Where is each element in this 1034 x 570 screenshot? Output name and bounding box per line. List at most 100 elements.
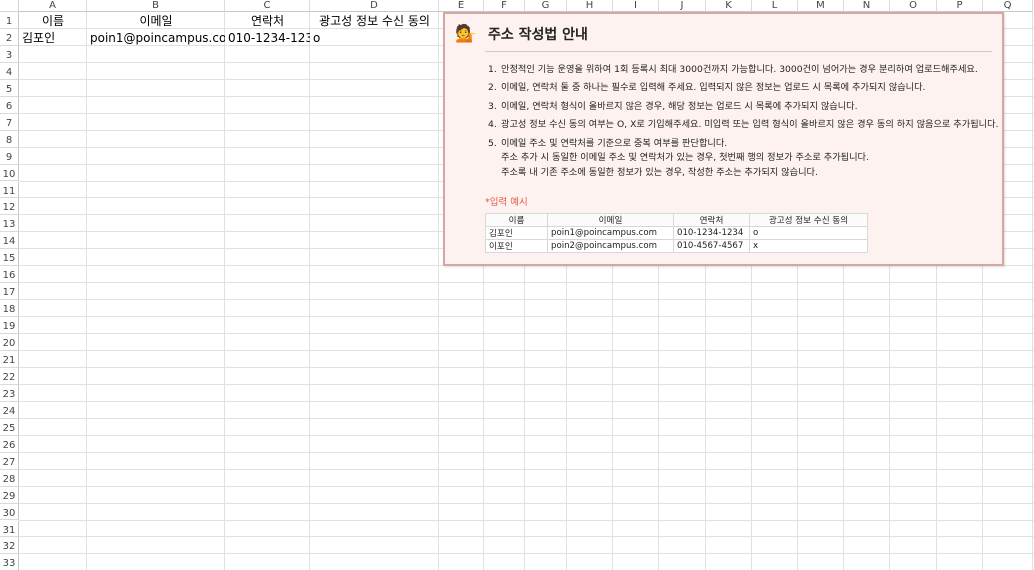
column-header-o[interactable]: O bbox=[890, 0, 937, 12]
cell-c1-contact-header[interactable]: 연락처 bbox=[225, 13, 310, 29]
cell-b1-email-header[interactable]: 이메일 bbox=[87, 13, 225, 29]
gridline-horizontal bbox=[19, 434, 1034, 436]
guide-header: 💁 주소 작성법 안내 bbox=[455, 24, 588, 44]
row-header-32[interactable]: 32 bbox=[0, 537, 19, 555]
gridline-horizontal bbox=[19, 519, 1034, 521]
guide-item-number: 1. bbox=[488, 64, 497, 75]
guide-item-1: 1. 안정적인 기능 운영을 위하여 1회 등록시 최대 3000건까지 가능합니… bbox=[488, 63, 998, 78]
example-table-cell: poin2@poincampus.com bbox=[547, 239, 674, 253]
guide-item-number: 2. bbox=[488, 82, 497, 94]
guide-item-line: 이메일, 연락처 둘 중 하나는 필수로 입력해 주세요. 입력되지 않은 정보… bbox=[501, 82, 926, 94]
row-header-14[interactable]: 14 bbox=[0, 232, 19, 250]
column-header-m[interactable]: M bbox=[798, 0, 844, 12]
select-all-corner[interactable] bbox=[0, 0, 19, 12]
row-header-19[interactable]: 19 bbox=[0, 317, 19, 335]
gridline-horizontal bbox=[19, 417, 1034, 419]
guide-item-2: 2. 이메일, 연락처 둘 중 하나는 필수로 입력해 주세요. 입력되지 않은 … bbox=[488, 81, 998, 96]
row-header-29[interactable]: 29 bbox=[0, 486, 19, 504]
guide-item-text: 광고성 정보 수신 동의 여부는 O, X로 기입해주세요. 미입력 또는 입력… bbox=[501, 118, 998, 133]
guide-item-line: 주소 추가 시 동일한 이메일 주소 및 연락처가 있는 경우, 첫번째 행의 … bbox=[501, 152, 869, 164]
guide-item-number: 3. bbox=[488, 100, 497, 112]
row-header-13[interactable]: 13 bbox=[0, 215, 19, 233]
gridline-horizontal bbox=[19, 553, 1034, 555]
row-header-7[interactable]: 7 bbox=[0, 113, 19, 131]
row-header-9[interactable]: 9 bbox=[0, 147, 19, 165]
example-table-cell: 010-1234-1234 bbox=[673, 226, 750, 240]
column-header-d[interactable]: D bbox=[310, 0, 439, 12]
row-header-6[interactable]: 6 bbox=[0, 96, 19, 114]
column-header-k[interactable]: K bbox=[706, 0, 752, 12]
row-header-8[interactable]: 8 bbox=[0, 130, 19, 148]
column-header-p[interactable]: P bbox=[937, 0, 983, 12]
column-header-b[interactable]: B bbox=[87, 0, 225, 12]
row-header-18[interactable]: 18 bbox=[0, 300, 19, 318]
column-header-j[interactable]: J bbox=[659, 0, 706, 12]
row-header-33[interactable]: 33 bbox=[0, 554, 19, 570]
example-table-row: 이포인 poin2@poincampus.com 010-4567-4567 x bbox=[485, 239, 868, 253]
example-table-cell: 010-4567-4567 bbox=[673, 239, 750, 253]
example-table-cell: 이포인 bbox=[485, 239, 548, 253]
gridline-horizontal bbox=[19, 502, 1034, 504]
row-header-4[interactable]: 4 bbox=[0, 62, 19, 80]
guide-divider bbox=[485, 51, 992, 52]
row-header-12[interactable]: 12 bbox=[0, 198, 19, 216]
cell-d2-ad-consent[interactable]: o bbox=[310, 30, 439, 46]
guide-title: 주소 작성법 안내 bbox=[488, 27, 588, 43]
row-header-24[interactable]: 24 bbox=[0, 401, 19, 419]
guide-item-line: 광고성 정보 수신 동의 여부는 O, X로 기입해주세요. 미입력 또는 입력… bbox=[501, 119, 999, 131]
column-header-c[interactable]: C bbox=[225, 0, 310, 12]
row-header-22[interactable]: 22 bbox=[0, 367, 19, 385]
example-table-header: 이름 이메일 연락처 광고성 정보 수신 동의 bbox=[485, 213, 868, 227]
column-header-n[interactable]: N bbox=[844, 0, 890, 12]
address-guide-panel: 💁 주소 작성법 안내 1. 안정적인 기능 운영을 위하여 1회 등록시 최대 … bbox=[443, 12, 1004, 266]
column-header-l[interactable]: L bbox=[752, 0, 798, 12]
row-header-2[interactable]: 2 bbox=[0, 28, 19, 46]
cell-c2-contact[interactable]: 010-1234-1234 bbox=[225, 30, 310, 46]
row-header-25[interactable]: 25 bbox=[0, 418, 19, 436]
column-header-a[interactable]: A bbox=[19, 0, 87, 12]
guide-item-text: 이메일 주소 및 연락처를 기준으로 중복 여부를 판단합니다. 주소 추가 시 … bbox=[501, 137, 869, 181]
row-header-20[interactable]: 20 bbox=[0, 334, 19, 351]
row-header-31[interactable]: 31 bbox=[0, 520, 19, 538]
gridline-horizontal bbox=[19, 468, 1034, 470]
column-header-q[interactable]: Q bbox=[983, 0, 1033, 12]
row-header-26[interactable]: 26 bbox=[0, 435, 19, 453]
guide-item-number: 4. bbox=[488, 119, 497, 131]
gridline-horizontal bbox=[19, 299, 1034, 301]
row-header-11[interactable]: 11 bbox=[0, 181, 19, 199]
guide-item-5: 5. 이메일 주소 및 연락처를 기준으로 중복 여부를 판단합니다. 주소 추가 … bbox=[488, 137, 998, 181]
guide-item-text: 이메일, 연락처 형식이 올바르지 않은 경우, 해당 정보는 업로드 시 목록… bbox=[501, 100, 858, 115]
column-header-i[interactable]: I bbox=[613, 0, 659, 12]
column-header-g[interactable]: G bbox=[525, 0, 567, 12]
example-header-cell: 연락처 bbox=[673, 213, 750, 227]
row-header-23[interactable]: 23 bbox=[0, 384, 19, 402]
example-table: 이름 이메일 연락처 광고성 정보 수신 동의 김포인 poin1@poincampus… bbox=[485, 213, 868, 253]
row-header-16[interactable]: 16 bbox=[0, 266, 19, 284]
row-header-3[interactable]: 3 bbox=[0, 45, 19, 63]
cell-a1-name-header[interactable]: 이름 bbox=[19, 13, 87, 29]
row-header-27[interactable]: 27 bbox=[0, 452, 19, 470]
guide-item-text: 안정적인 기능 운영을 위하여 1회 등록시 최대 3000건까지 가능합니다.… bbox=[501, 63, 978, 78]
example-table-cell: 김포인 bbox=[485, 226, 548, 240]
guide-item-4: 4. 광고성 정보 수신 동의 여부는 O, X로 기입해주세요. 미입력 또는 … bbox=[488, 118, 998, 133]
row-header-1[interactable]: 1 bbox=[0, 12, 19, 29]
row-header-17[interactable]: 17 bbox=[0, 283, 19, 301]
row-header-15[interactable]: 15 bbox=[0, 249, 19, 267]
column-header-h[interactable]: H bbox=[567, 0, 613, 12]
example-header-cell: 광고성 정보 수신 동의 bbox=[749, 213, 868, 227]
column-header-f[interactable]: F bbox=[484, 0, 525, 12]
woman-tipping-hand-icon: 💁 bbox=[455, 24, 477, 44]
cell-a2-name[interactable]: 김포인 bbox=[19, 30, 87, 46]
cell-d1-ad-consent-header[interactable]: 광고성 정보 수신 동의 bbox=[310, 13, 439, 29]
row-header-5[interactable]: 5 bbox=[0, 79, 19, 97]
row-header-28[interactable]: 28 bbox=[0, 469, 19, 487]
guide-item-line: 안정적인 기능 운영을 위하여 1회 등록시 최대 3000건까지 가능합니다.… bbox=[501, 64, 978, 75]
example-table-cell: poin1@poincampus.com bbox=[547, 226, 674, 240]
row-header-30[interactable]: 30 bbox=[0, 503, 19, 521]
row-header-10[interactable]: 10 bbox=[0, 164, 19, 182]
row-header-21[interactable]: 21 bbox=[0, 351, 19, 368]
guide-instructions: 1. 안정적인 기능 운영을 위하여 1회 등록시 최대 3000건까지 가능합니… bbox=[488, 63, 998, 184]
cell-b2-email[interactable]: poin1@poincampus.com bbox=[87, 30, 225, 46]
column-header-e[interactable]: E bbox=[439, 0, 484, 12]
example-label: *입력 예시 bbox=[485, 197, 528, 208]
